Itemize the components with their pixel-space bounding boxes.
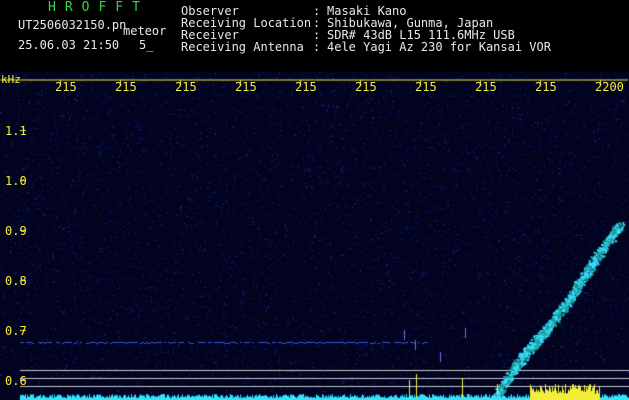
- file-name: UT2506032150.pn: [18, 18, 127, 32]
- time-label: 215: [355, 80, 377, 94]
- y-tick-label: 1.0: [5, 174, 27, 188]
- time-label: 215: [475, 80, 497, 94]
- antenna-separator: :: [313, 40, 321, 54]
- y-axis-unit: kHz: [1, 73, 21, 86]
- mode-label: meteor: [123, 24, 167, 38]
- y-tick-label: 0.8: [5, 274, 27, 288]
- spectrogram-canvas: [0, 72, 629, 400]
- y-tick-label: 0.7: [5, 324, 27, 338]
- time-label: 215: [415, 80, 437, 94]
- time-label: 215: [295, 80, 317, 94]
- time-label: 215: [115, 80, 137, 94]
- y-tick-label: 0.6: [5, 374, 27, 388]
- time-label: 2200: [595, 80, 624, 94]
- datetime: 25.06.03 21:50: [18, 38, 120, 52]
- time-label: 215: [535, 80, 557, 94]
- time-label: 215: [235, 80, 257, 94]
- time-label: 215: [55, 80, 77, 94]
- y-tick-label: 0.9: [5, 224, 27, 238]
- y-tick-label: 1.1: [5, 124, 27, 138]
- antenna-label: Receiving Antenna: [181, 40, 304, 54]
- antenna-value: 4ele Yagi Az 230 for Kansai VOR: [327, 40, 551, 54]
- app-title: HROFFT: [48, 0, 149, 15]
- time-label: 215: [175, 80, 197, 94]
- count-indicator: 5_: [139, 38, 154, 52]
